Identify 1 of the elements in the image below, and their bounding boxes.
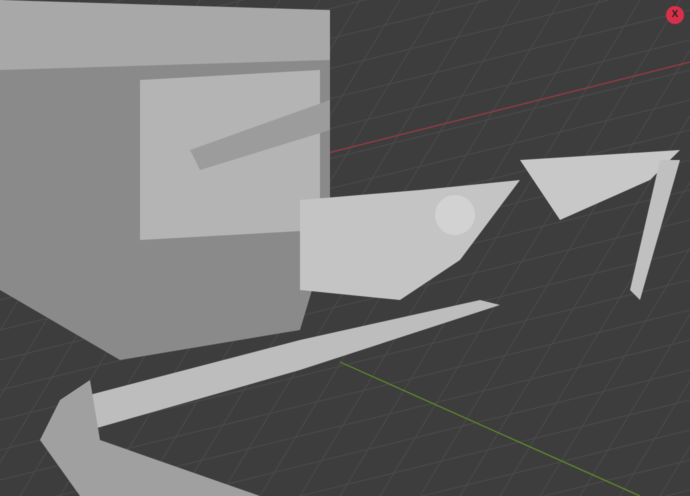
axis-gizmo-button[interactable]: X [666,6,684,24]
